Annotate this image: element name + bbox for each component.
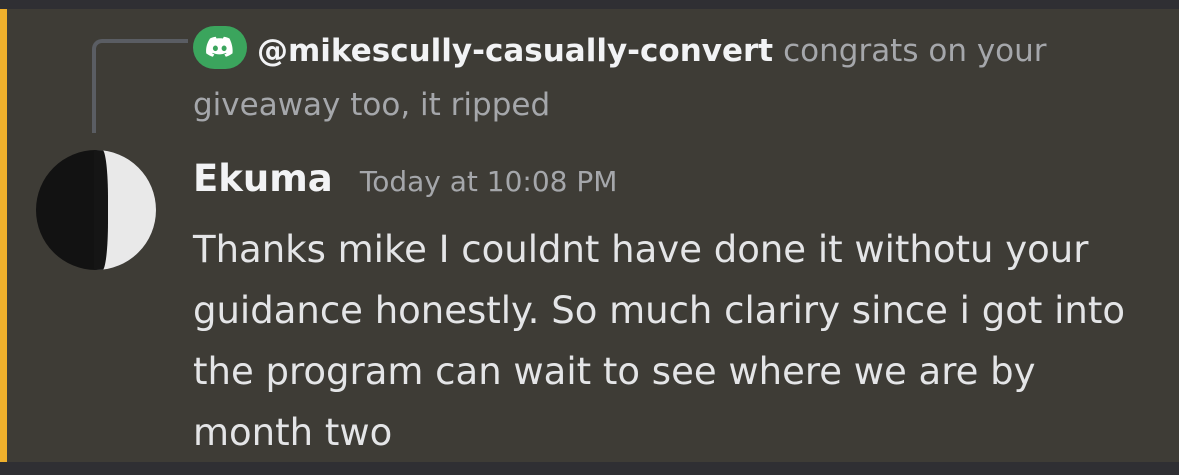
message-content: Thanks mike I couldnt have done it witho… <box>193 228 1125 454</box>
chat-frame: @mikescully-casually-convert congrats on … <box>0 0 1179 475</box>
reply-preview[interactable]: @mikescully-casually-convert congrats on … <box>193 24 1143 132</box>
discord-logo-icon <box>206 36 233 57</box>
reply-avatar[interactable] <box>193 26 247 69</box>
author-name[interactable]: Ekuma <box>193 157 333 200</box>
reply-author[interactable]: @mikescully-casually-convert <box>257 33 773 69</box>
mention-highlight-bar <box>0 9 7 462</box>
message-item[interactable]: @mikescully-casually-convert congrats on … <box>0 9 1179 462</box>
avatar-image-shadow <box>94 150 108 270</box>
message-header: Ekuma Today at 10:08 PM <box>193 157 617 200</box>
avatar[interactable] <box>36 150 156 270</box>
reply-connector <box>92 39 188 133</box>
message-timestamp[interactable]: Today at 10:08 PM <box>360 165 618 198</box>
